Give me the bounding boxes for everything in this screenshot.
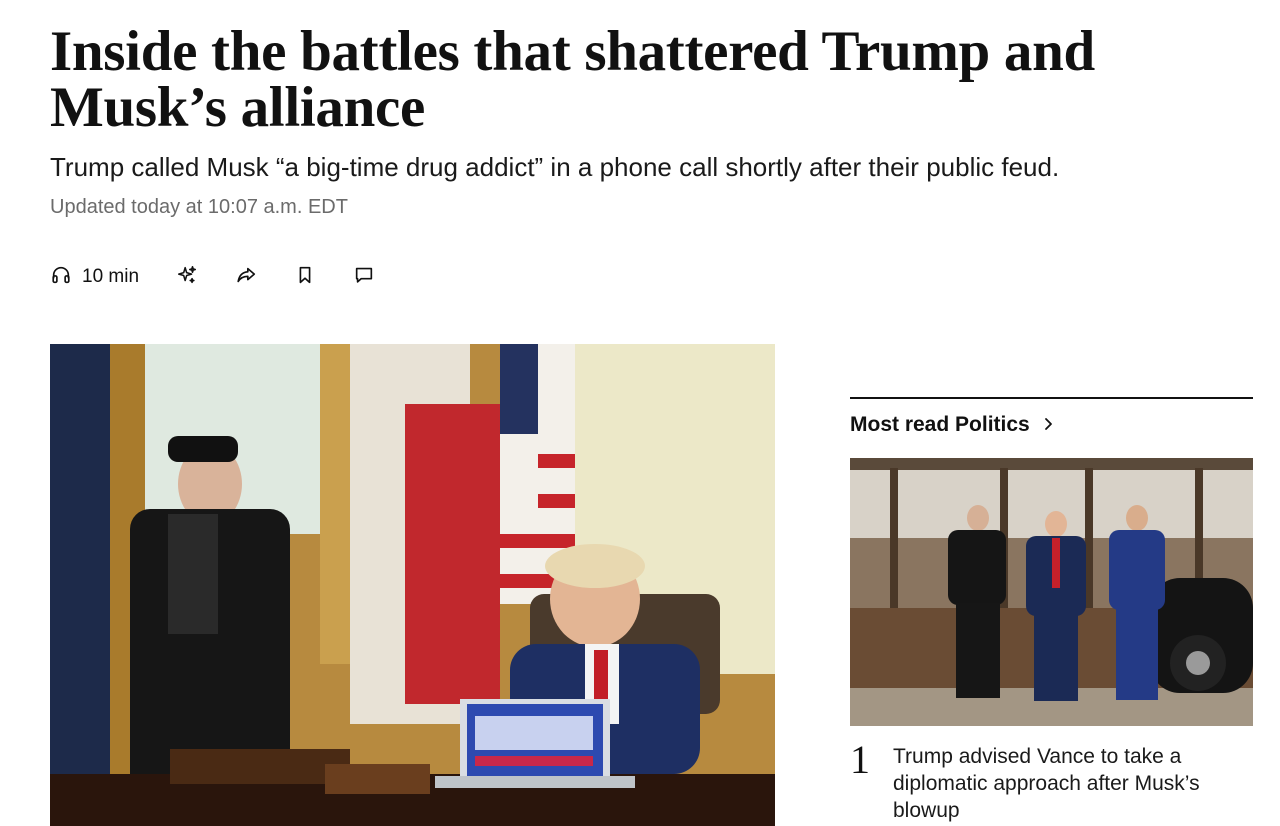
most-read-heading-link[interactable]: Most read Politics <box>850 411 1253 439</box>
story-title-link[interactable]: Trump advised Vance to take a diplomatic… <box>893 743 1223 824</box>
story-rank: 1 <box>850 737 870 782</box>
share-button[interactable] <box>234 262 258 292</box>
sparkle-icon <box>176 264 198 291</box>
comments-button[interactable] <box>352 262 376 292</box>
chevron-right-icon <box>1030 413 1054 437</box>
comment-icon <box>353 264 375 291</box>
headphones-icon <box>50 264 72 291</box>
headline: Inside the battles that shattered Trump … <box>50 20 1095 139</box>
updated-timestamp: Updated today at 10:07 a.m. EDT <box>50 196 348 218</box>
listen-duration: 10 min <box>82 266 140 287</box>
story-thumbnail[interactable] <box>850 458 1253 726</box>
bookmark-icon <box>294 264 316 291</box>
article-dek: Trump called Musk “a big-time drug addic… <box>50 152 1060 182</box>
listen-button[interactable]: 10 min <box>50 262 139 292</box>
article-toolbar: 10 min <box>50 262 411 292</box>
most-read-story[interactable]: 1 Trump advised Vance to take a diplomat… <box>850 740 1253 824</box>
hero-image <box>50 344 775 826</box>
most-read-heading: Most read Politics <box>850 413 1030 436</box>
bookmark-button[interactable] <box>293 262 317 292</box>
most-read-sidebar: Most read Politics 1 Trump advised Vance… <box>850 397 1253 822</box>
share-icon <box>235 264 257 291</box>
summary-button[interactable] <box>175 262 199 292</box>
sidebar-divider <box>850 397 1253 399</box>
